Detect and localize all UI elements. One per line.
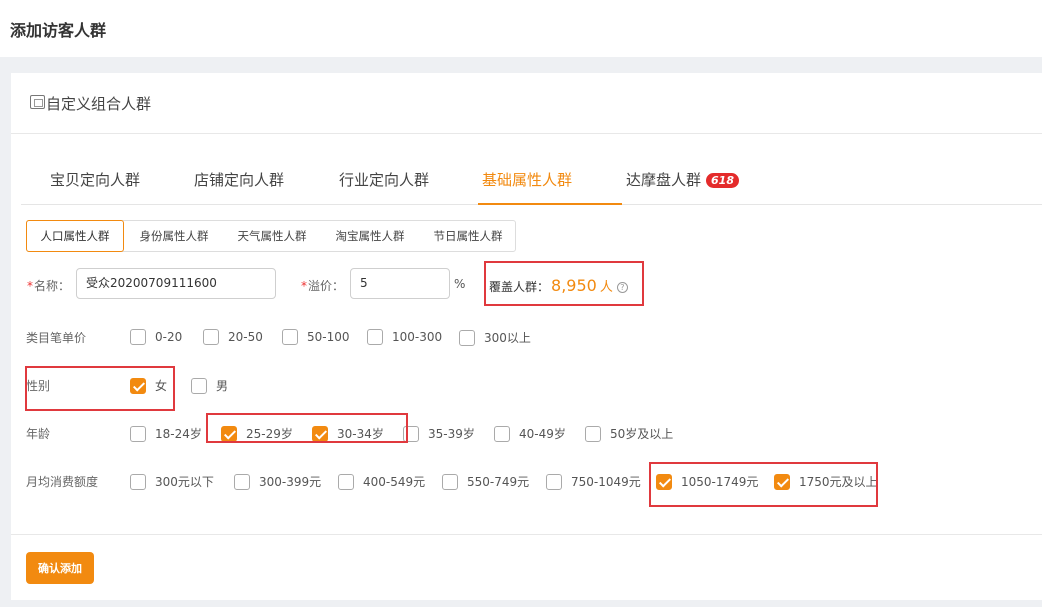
required-mark: * (27, 279, 33, 293)
highlight-gender (25, 366, 175, 411)
checkbox-price-50-100[interactable]: 50-100 (282, 329, 350, 345)
checkbox-label: 300以上 (484, 331, 531, 345)
checkbox-label: 50岁及以上 (610, 427, 674, 441)
checkbox-label: 18-24岁 (155, 427, 202, 441)
highlight-monthly-spend (649, 462, 878, 507)
tab-basic-attributes[interactable]: 基础属性人群 (482, 169, 572, 190)
panel-icon (30, 95, 45, 109)
checkbox-label: 35-39岁 (428, 427, 475, 441)
checkbox-age-18-24[interactable]: 18-24岁 (130, 425, 202, 442)
checkbox-box (494, 425, 510, 442)
category-price-label: 类目笔单价 (26, 331, 87, 345)
premium-label: *溢价： (301, 277, 344, 294)
checkbox-spend-550-749[interactable]: 550-749元 (442, 473, 529, 490)
checkbox-price-100-300[interactable]: 100-300 (367, 329, 442, 345)
checkbox-box (234, 473, 250, 490)
checkbox-label: 300元以下 (155, 475, 214, 489)
checkbox-box (338, 473, 354, 490)
checkbox-label: 40-49岁 (519, 427, 566, 441)
checkbox-box (546, 473, 562, 490)
checkbox-spend-750-1049[interactable]: 750-1049元 (546, 473, 641, 490)
checkbox-gender-male[interactable]: 男 (191, 377, 228, 394)
subtab-festival[interactable]: 节日属性人群 (419, 221, 517, 251)
checkbox-age-50-plus[interactable]: 50岁及以上 (585, 425, 673, 442)
name-label-text: 名称： (34, 279, 71, 293)
checkbox-box (459, 329, 475, 346)
audience-tabs: 宝贝定向人群 店铺定向人群 行业定向人群 基础属性人群 达摩盘人群 618 (21, 159, 1042, 205)
checkbox-label: 0-20 (155, 330, 183, 344)
percent-sign: % (454, 277, 466, 291)
badge-618: 618 (706, 173, 739, 188)
checkbox-box (130, 425, 146, 442)
active-tab-indicator (478, 203, 622, 205)
checkbox-spend-400-549[interactable]: 400-549元 (338, 473, 425, 490)
attribute-subtabs: 人口属性人群 身份属性人群 天气属性人群 淘宝属性人群 节日属性人群 (26, 220, 516, 252)
checkbox-box (191, 377, 207, 394)
tab-item-targeting[interactable]: 宝贝定向人群 (50, 169, 140, 190)
required-mark: * (301, 279, 307, 293)
subtab-demographic[interactable]: 人口属性人群 (26, 220, 124, 252)
checkbox-box (442, 473, 458, 490)
checkbox-spend-300-399[interactable]: 300-399元 (234, 473, 321, 490)
highlight-coverage (484, 261, 644, 306)
name-label: *名称： (27, 277, 70, 294)
checkbox-label: 750-1049元 (571, 475, 641, 489)
age-label: 年龄 (26, 427, 51, 441)
premium-input[interactable]: 5 (350, 268, 450, 299)
audience-card: 自定义组合人群 宝贝定向人群 店铺定向人群 行业定向人群 基础属性人群 达摩盘人… (11, 73, 1042, 600)
subtab-identity[interactable]: 身份属性人群 (125, 221, 223, 251)
subtab-taobao[interactable]: 淘宝属性人群 (321, 221, 419, 251)
checkbox-age-35-39[interactable]: 35-39岁 (403, 425, 475, 442)
checkbox-box (585, 425, 601, 442)
tab-industry-targeting[interactable]: 行业定向人群 (339, 169, 429, 190)
checkbox-label: 50-100 (307, 330, 350, 344)
checkbox-price-300-plus[interactable]: 300以上 (459, 329, 531, 346)
footer-divider (11, 534, 1042, 535)
checkbox-label: 100-300 (392, 330, 443, 344)
checkbox-age-40-49[interactable]: 40-49岁 (494, 425, 566, 442)
tab-damopan[interactable]: 达摩盘人群 618 (626, 169, 739, 190)
checkbox-price-20-50[interactable]: 20-50 (203, 329, 263, 345)
panel-title: 自定义组合人群 (46, 95, 152, 113)
highlight-age (206, 413, 408, 443)
checkbox-spend-under-300[interactable]: 300元以下 (130, 473, 214, 490)
top-bar: 添加访客人群 (0, 0, 1042, 57)
checkbox-box (130, 329, 146, 345)
checkbox-box (203, 329, 219, 345)
checkbox-label: 20-50 (228, 330, 263, 344)
confirm-add-button[interactable]: 确认添加 (26, 552, 94, 584)
name-input[interactable]: 受众20200709111600 (76, 268, 276, 299)
page-title: 添加访客人群 (10, 21, 107, 40)
subtab-weather[interactable]: 天气属性人群 (223, 221, 321, 251)
checkbox-label: 300-399元 (259, 475, 322, 489)
checkbox-box (130, 473, 146, 490)
premium-label-text: 溢价： (308, 279, 345, 293)
tab-shop-targeting[interactable]: 店铺定向人群 (194, 169, 284, 190)
checkbox-box (367, 329, 383, 345)
checkbox-box (282, 329, 298, 345)
monthly-spend-label: 月均消费额度 (26, 475, 99, 489)
checkbox-label: 550-749元 (467, 475, 530, 489)
tab-damopan-label: 达摩盘人群 (626, 171, 702, 189)
panel-header: 自定义组合人群 (11, 73, 1042, 134)
checkbox-price-0-20[interactable]: 0-20 (130, 329, 182, 345)
checkbox-label: 男 (216, 379, 229, 393)
checkbox-label: 400-549元 (363, 475, 426, 489)
